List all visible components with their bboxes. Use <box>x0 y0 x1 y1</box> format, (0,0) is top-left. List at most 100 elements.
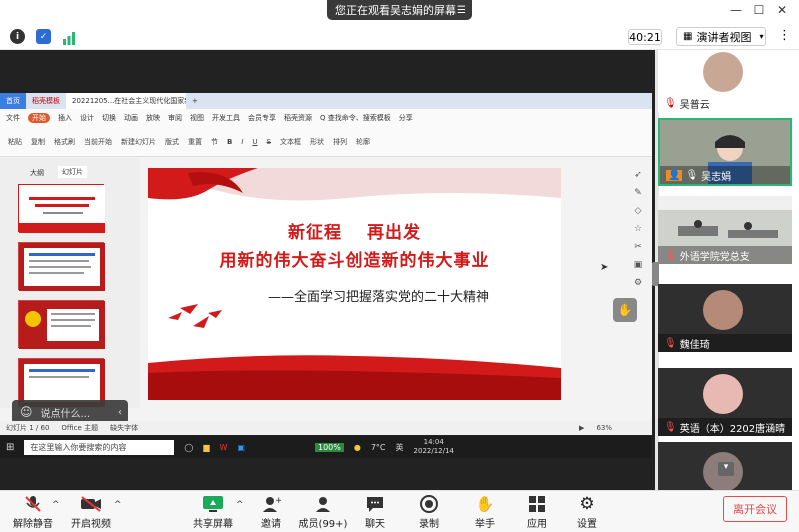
ribbon-section[interactable]: 节 <box>211 137 218 147</box>
ppt-status-bar: 幻灯片 1 / 60 Office 主题 缺失字体 ▶ 63% <box>0 421 652 435</box>
shield-icon[interactable]: ✓ <box>36 29 51 44</box>
thumb-tab-outline[interactable]: 大纲 <box>30 168 44 178</box>
start-video-button[interactable]: 开启视频 <box>66 494 116 530</box>
chevron-up-icon[interactable]: ^ <box>52 500 60 510</box>
menu-file[interactable]: 文件 <box>6 113 20 123</box>
ribbon-new-slide[interactable]: 新建幻灯片 <box>121 137 156 147</box>
slide-thumb-1[interactable] <box>18 184 105 233</box>
signal-icon[interactable] <box>62 30 76 45</box>
windows-taskbar: ⊞ 在这里输入你要搜索的内容 ◯ ▆ W ▣ 100% ● 7°C 英 14:0… <box>0 436 652 458</box>
ppt-tab-document[interactable]: 20221205...在社会主义现代化国家新征程... <box>66 93 186 109</box>
participant-card-1[interactable]: 🎙 吴普云 <box>658 50 792 112</box>
ribbon-reset[interactable]: 重置 <box>188 137 202 147</box>
ribbon-copy[interactable]: 复制 <box>31 137 45 147</box>
slide-thumb-3[interactable] <box>18 300 105 349</box>
participant-card-5[interactable]: 🎙 英语（本）2202唐涵晴 <box>658 368 792 436</box>
ribbon-bold[interactable]: B <box>227 138 232 146</box>
leave-meeting-button[interactable]: 离开会议 <box>723 496 787 522</box>
menu-view[interactable]: 视图 <box>190 113 204 123</box>
ribbon-shape[interactable]: 形状 <box>310 137 324 147</box>
record-button[interactable]: 录制 <box>414 494 444 530</box>
menu-resources[interactable]: 稻壳资源 <box>284 113 312 123</box>
share-screen-button[interactable]: 共享屏幕 <box>190 494 236 530</box>
image-icon[interactable]: ▣ <box>634 260 643 270</box>
slide-thumb-2[interactable] <box>18 242 105 291</box>
ribbon-arrange[interactable]: 排列 <box>333 137 347 147</box>
ppt-tab-home[interactable]: 首页 <box>0 93 26 109</box>
ribbon-underline[interactable]: U <box>252 138 257 146</box>
participant-card-3[interactable]: 🎙 外语学院党总支 <box>658 196 792 264</box>
ribbon-strike[interactable]: S <box>267 138 271 146</box>
chevron-left-icon[interactable]: ‹ <box>118 407 122 418</box>
raise-hand-button[interactable]: ✋ 举手 <box>470 494 500 530</box>
menu-review[interactable]: 审阅 <box>168 113 182 123</box>
participant-card-4[interactable]: 🎙 魏佳琦 <box>658 284 792 352</box>
menu-start[interactable]: 开始 <box>28 113 50 123</box>
hand-icon: ✋ <box>475 495 495 513</box>
menu-transition[interactable]: 切换 <box>102 113 116 123</box>
slide-title-line2: 用新的伟大奋斗创造新的伟大事业 <box>219 251 490 271</box>
menu-animation[interactable]: 动画 <box>124 113 138 123</box>
invite-button[interactable]: + 邀请 <box>254 494 288 530</box>
chevron-up-icon[interactable]: ^ <box>114 500 122 510</box>
more-icon[interactable]: ⋮ <box>778 28 791 43</box>
menu-icon[interactable]: ☰ <box>457 5 466 16</box>
ppt-tab-templates[interactable]: 稻壳模板 <box>26 93 66 109</box>
menu-slideshow[interactable]: 放映 <box>146 113 160 123</box>
menu-search[interactable]: Q 查找命令、搜索模板 <box>320 113 391 123</box>
ribbon-from-current[interactable]: 当前开始 <box>84 137 112 147</box>
ribbon-format-painter[interactable]: 格式刷 <box>54 137 75 147</box>
maximize-icon[interactable]: ☐ <box>751 3 767 17</box>
info-icon[interactable]: i <box>10 29 25 44</box>
main-slide[interactable]: 新征程 再出发 用新的伟大奋斗创造新的伟大事业 ——全面学习把握落实党的二十大精… <box>148 168 561 400</box>
settings-small-icon[interactable]: ⚙ <box>634 278 642 288</box>
thumb-tab-slides[interactable]: 幻灯片 <box>58 166 87 178</box>
slide-thumb-4[interactable] <box>18 358 105 407</box>
ribbon-paste[interactable]: 粘贴 <box>8 137 22 147</box>
emoji-icon[interactable]: ☺ <box>20 405 33 419</box>
ribbon-outline[interactable]: 轮廓 <box>356 137 370 147</box>
cut-icon[interactable]: ✂ <box>634 242 642 252</box>
unmute-label: 解除静音 <box>13 519 53 530</box>
chat-button[interactable]: 聊天 <box>360 494 390 530</box>
avatar <box>703 290 743 330</box>
share-banner[interactable]: 您正在观看吴志娟的屏幕 ☰ <box>327 0 472 20</box>
hand-raise-float-icon[interactable]: ✋ <box>613 298 637 322</box>
view-mode-button[interactable]: ▦ 演讲者视图 ▾ <box>676 27 766 46</box>
shape-icon[interactable]: ◇ <box>635 206 642 216</box>
menu-devtools[interactable]: 开发工具 <box>212 113 240 123</box>
status-zoom[interactable]: 63% <box>596 424 612 432</box>
panel-collapse-handle[interactable] <box>652 262 659 286</box>
files-icon[interactable]: ▆ <box>203 443 209 452</box>
ribbon-layout[interactable]: 版式 <box>165 137 179 147</box>
star-icon[interactable]: ☆ <box>634 224 642 234</box>
windows-start-icon[interactable]: ⊞ <box>6 442 14 453</box>
settings-button[interactable]: ⚙ 设置 <box>572 494 602 530</box>
scroll-down-icon[interactable]: ▾ <box>718 462 734 476</box>
wps-icon[interactable]: W <box>220 443 228 452</box>
status-font[interactable]: 缺失字体 <box>110 423 138 433</box>
close-icon[interactable]: ✕ <box>774 3 790 17</box>
menu-design[interactable]: 设计 <box>80 113 94 123</box>
add-tab-icon[interactable]: + <box>186 93 204 109</box>
menu-share[interactable]: 分享 <box>399 113 413 123</box>
unmute-button[interactable]: 解除静音 <box>8 494 58 530</box>
menu-insert[interactable]: 插入 <box>58 113 72 123</box>
minimize-icon[interactable]: — <box>728 3 744 17</box>
members-button[interactable]: 成员(99+) <box>298 494 348 530</box>
taskbar-search[interactable]: 在这里输入你要搜索的内容 <box>24 439 175 455</box>
ribbon-italic[interactable]: I <box>241 138 243 146</box>
taskbar-lang[interactable]: 英 <box>396 442 404 453</box>
menu-member[interactable]: 会员专享 <box>248 113 276 123</box>
play-icon[interactable]: ▶ <box>579 424 584 432</box>
participant-card-2[interactable]: 👤 🎙 吴志娟 <box>658 118 792 186</box>
task-view-icon[interactable]: ◯ <box>184 443 193 452</box>
meeting-app-icon[interactable]: ▣ <box>237 443 245 452</box>
ribbon-textbox[interactable]: 文本框 <box>280 137 301 147</box>
pen-icon[interactable]: ✎ <box>634 188 642 198</box>
taskbar-clock[interactable]: 14:04 2022/12/14 <box>414 438 454 456</box>
rocket-icon[interactable]: ➶ <box>634 170 642 180</box>
share-banner-text: 您正在观看吴志娟的屏幕 <box>335 4 456 17</box>
apps-button[interactable]: 应用 <box>522 494 552 530</box>
chevron-up-icon[interactable]: ^ <box>236 500 244 510</box>
